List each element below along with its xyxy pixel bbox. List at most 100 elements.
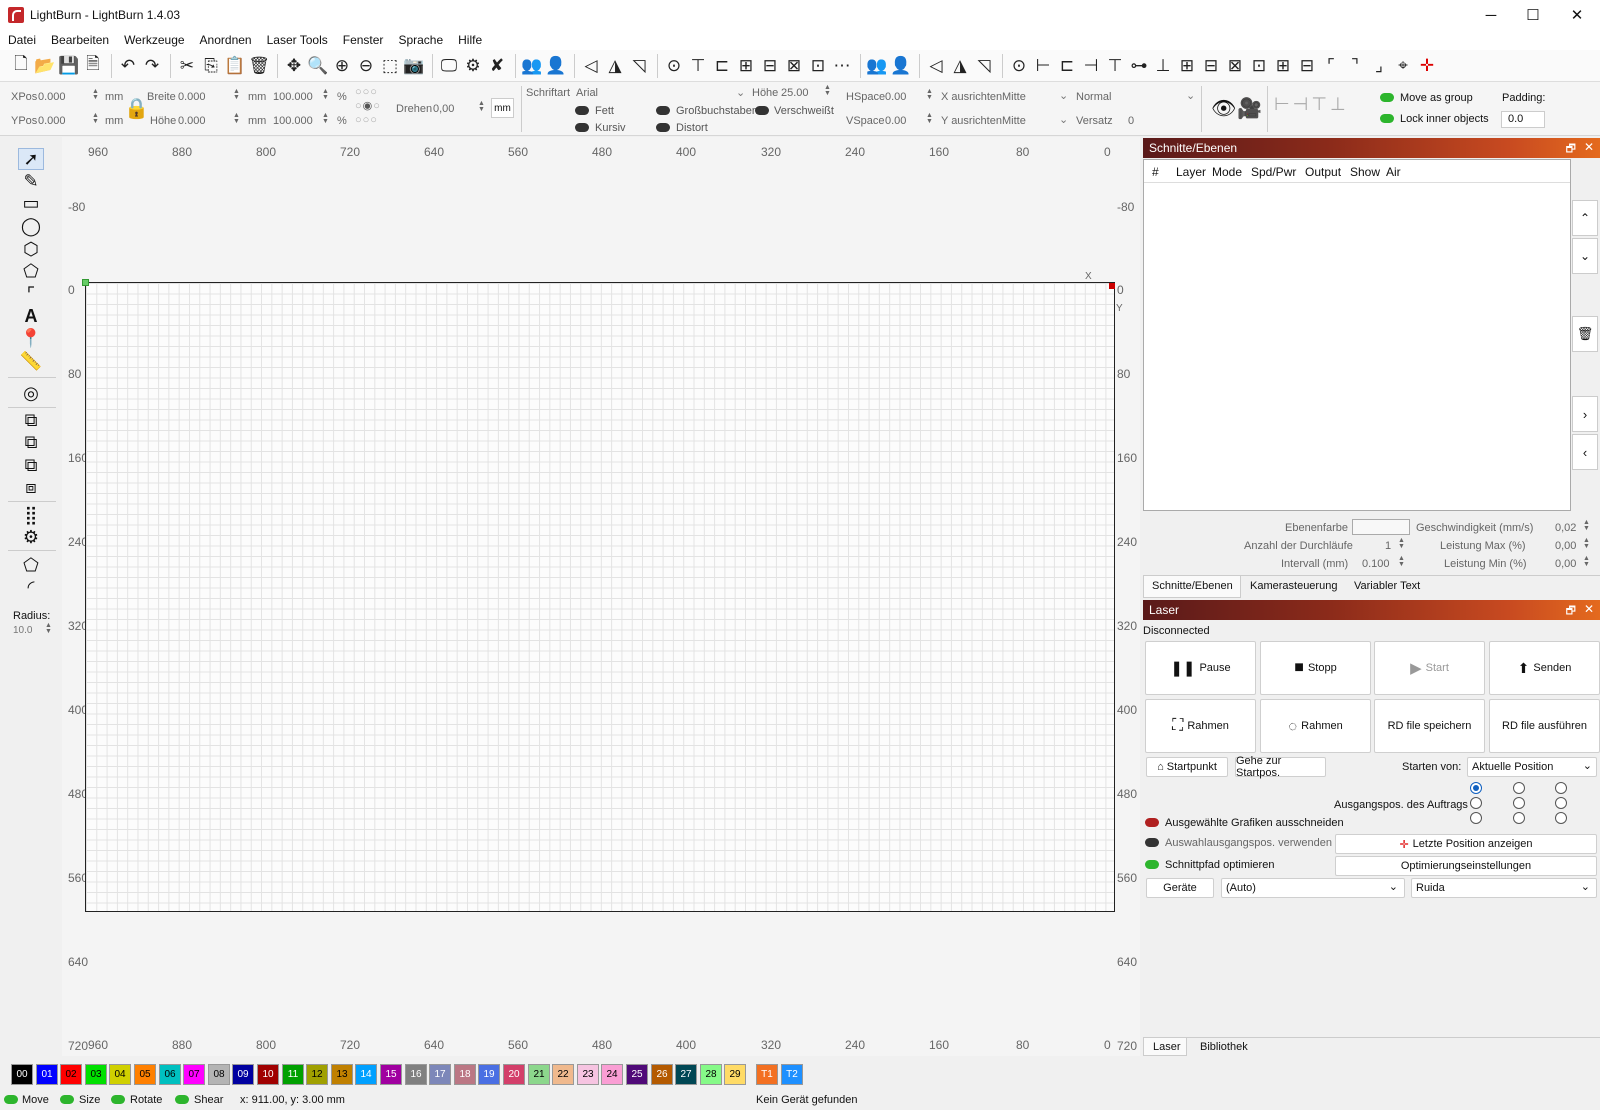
startpunkt-button[interactable]: ⌂ Startpunkt xyxy=(1146,757,1228,777)
expand-right-chevron-icon[interactable]: › xyxy=(1572,396,1598,432)
kursiv-toggle[interactable] xyxy=(575,123,589,132)
layer-color-swatch-00[interactable]: 00 xyxy=(11,1064,33,1085)
rotate-toggle[interactable] xyxy=(111,1095,125,1104)
layer-color-swatch-22[interactable]: 22 xyxy=(552,1064,574,1085)
layer-color-swatch[interactable] xyxy=(1352,519,1410,535)
save-icon[interactable]: 💾 xyxy=(58,55,80,77)
col-spd-pwr[interactable]: Spd/Pwr xyxy=(1251,165,1296,179)
layer-color-swatch-07[interactable]: 07 xyxy=(183,1064,205,1085)
col-layer[interactable]: Layer xyxy=(1176,165,1206,179)
shape-icon[interactable]: ⬠ xyxy=(18,260,44,282)
close-panel-icon[interactable]: ✕ xyxy=(1584,140,1594,154)
ellipse-icon[interactable]: ◯ xyxy=(18,215,44,237)
intersect-icon[interactable]: ⧈ xyxy=(18,476,44,498)
y-align-select[interactable]: Mitte xyxy=(1002,115,1026,127)
device-select[interactable]: Ruida ⌄ xyxy=(1411,878,1597,898)
work-area-grid[interactable] xyxy=(85,282,1115,912)
intervall-spinner[interactable]: ▲ ▼ xyxy=(1398,555,1405,568)
layer-color-swatch-t1[interactable]: T1 xyxy=(756,1064,778,1085)
cut-selected-toggle[interactable] xyxy=(1145,818,1159,827)
move-icon[interactable]: ✥ xyxy=(283,55,305,77)
layer-color-swatch-13[interactable]: 13 xyxy=(331,1064,353,1085)
menu-laser-tools[interactable]: Laser Tools xyxy=(267,33,328,47)
space-v-icon[interactable]: ⊡ xyxy=(807,55,829,77)
layer-color-swatch-01[interactable]: 01 xyxy=(36,1064,58,1085)
font-chevron-down-icon[interactable]: ⌄ xyxy=(736,86,745,99)
flip-horizontal-icon[interactable]: ◁ xyxy=(580,55,602,77)
copy-icon[interactable]: ⎘ xyxy=(200,55,222,77)
ungroup-icon-2[interactable]: 👤 xyxy=(890,55,912,77)
layer-color-swatch-02[interactable]: 02 xyxy=(60,1064,82,1085)
delete-icon[interactable]: 🗑 xyxy=(248,55,270,77)
menu-sprache[interactable]: Sprache xyxy=(398,33,443,47)
scale-width-spinner[interactable]: ▲ ▼ xyxy=(322,88,329,101)
origin-radio-top-left[interactable] xyxy=(1470,782,1482,794)
geraete-button[interactable]: Geräte xyxy=(1146,878,1214,898)
drehen-spinner[interactable]: ▲ ▼ xyxy=(478,100,485,113)
delete-layer-icon[interactable]: 🗑 xyxy=(1572,316,1598,352)
origin-radio-bottom-right[interactable] xyxy=(1555,812,1567,824)
mirror-icon-2[interactable]: ◹ xyxy=(973,55,995,77)
rd-file-save-button[interactable]: RD file speichern xyxy=(1374,699,1485,753)
vspace-field[interactable]: 0.00 xyxy=(885,115,906,127)
grossbuchstaben-toggle[interactable] xyxy=(656,106,670,115)
offset-icon[interactable]: ◎ xyxy=(18,382,44,404)
starten-von-select[interactable]: Aktuelle Position ⌄ xyxy=(1467,757,1597,777)
ungroup-icon[interactable]: 👤 xyxy=(545,55,567,77)
geschwindigkeit-field[interactable]: 0,02 xyxy=(1555,522,1576,534)
hoehe-field[interactable]: 0.000 xyxy=(178,115,206,127)
col-number[interactable]: # xyxy=(1152,165,1159,179)
rd-file-run-button[interactable]: RD file ausführen xyxy=(1489,699,1600,753)
mirror-icon[interactable]: ◹ xyxy=(628,55,650,77)
origin-radio-bottom-left[interactable] xyxy=(1470,812,1482,824)
align-center-icon-2[interactable]: ⊙ xyxy=(1008,55,1030,77)
layer-color-swatch-t2[interactable]: T2 xyxy=(781,1064,803,1085)
unit-toggle-button[interactable]: mm xyxy=(491,98,514,118)
space-icon-3[interactable]: ⊞ xyxy=(1272,55,1294,77)
grid-array-icon[interactable]: ⣿ xyxy=(18,504,44,526)
layer-color-swatch-08[interactable]: 08 xyxy=(208,1064,230,1085)
scale-height-spinner[interactable]: ▲ ▼ xyxy=(322,112,329,125)
optimierungseinstellungen-button[interactable]: Optimierungseinstellungen xyxy=(1335,856,1597,876)
frame-icon[interactable]: ⌜ xyxy=(18,283,44,305)
use-selection-origin-toggle[interactable] xyxy=(1145,838,1159,847)
hoehe-spinner[interactable]: ▲ ▼ xyxy=(233,112,240,125)
align-left-icon[interactable]: ⊢ xyxy=(1032,55,1054,77)
size-toggle[interactable] xyxy=(60,1095,74,1104)
font-select[interactable]: Arial xyxy=(576,87,598,99)
close-laser-panel-icon[interactable]: ✕ xyxy=(1584,602,1594,616)
polygon-icon[interactable]: ⬡ xyxy=(18,238,44,260)
padding-field[interactable]: 0.0 xyxy=(1501,111,1545,128)
zoom-in-icon[interactable]: ⊕ xyxy=(331,55,353,77)
align-top-icon[interactable]: ⊤ xyxy=(687,55,709,77)
layer-color-swatch-12[interactable]: 12 xyxy=(306,1064,328,1085)
scale-height-field[interactable]: 100.000 xyxy=(273,115,313,127)
xpos-spinner[interactable]: ▲ ▼ xyxy=(92,88,99,101)
fett-toggle[interactable] xyxy=(575,106,589,115)
layer-color-swatch-09[interactable]: 09 xyxy=(232,1064,254,1085)
corner-top-right-icon[interactable]: ⌝ xyxy=(1344,55,1366,77)
subtract-icon[interactable]: ⧉ xyxy=(18,454,44,476)
undo-icon[interactable]: ↶ xyxy=(117,55,139,77)
shear-toggle[interactable] xyxy=(175,1095,189,1104)
origin-radio-top-center[interactable] xyxy=(1513,782,1525,794)
menu-hilfe[interactable]: Hilfe xyxy=(458,33,482,47)
menu-bearbeiten[interactable]: Bearbeiten xyxy=(51,33,109,47)
lock-icon[interactable]: 🔒 xyxy=(124,96,149,121)
layer-color-swatch-27[interactable]: 27 xyxy=(675,1064,697,1085)
x-align-chevron-down-icon[interactable]: ⌄ xyxy=(1059,89,1068,102)
geschwindigkeit-spinner[interactable]: ▲ ▼ xyxy=(1583,519,1590,532)
move-up-chevron-icon[interactable]: ⌃ xyxy=(1572,200,1598,236)
space-icon[interactable]: ⊠ xyxy=(1224,55,1246,77)
maximize-button[interactable]: ☐ xyxy=(1510,0,1556,30)
origin-radio-mid-center[interactable] xyxy=(1513,797,1525,809)
layer-color-swatch-14[interactable]: 14 xyxy=(355,1064,377,1085)
durchlaeufe-spinner[interactable]: ▲ ▼ xyxy=(1398,537,1405,550)
layer-color-swatch-24[interactable]: 24 xyxy=(601,1064,623,1085)
flip-vertical-icon-2[interactable]: ◮ xyxy=(949,55,971,77)
rahmen-button[interactable]: ⛶ Rahmen xyxy=(1145,699,1256,753)
distribute-v-icon[interactable]: ⊟ xyxy=(759,55,781,77)
space-h-icon[interactable]: ⊠ xyxy=(783,55,805,77)
position-pin-icon[interactable]: 📍 xyxy=(18,327,44,349)
port-select[interactable]: (Auto) ⌄ xyxy=(1221,878,1405,898)
